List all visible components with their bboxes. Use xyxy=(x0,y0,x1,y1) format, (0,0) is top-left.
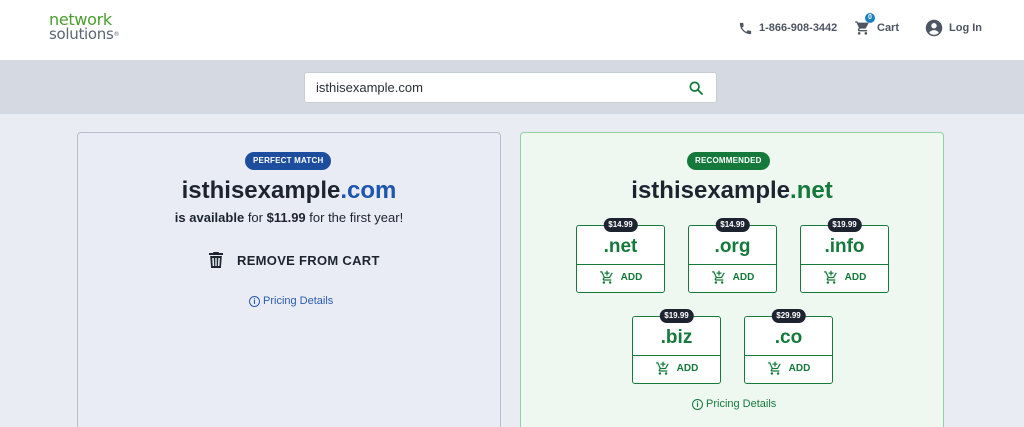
cart-add-icon xyxy=(599,270,613,284)
tld-name: .org xyxy=(714,236,751,257)
recommended-domain-title: isthisexample.net xyxy=(521,177,943,205)
tld-divider xyxy=(689,264,776,265)
tld-price: $19.99 xyxy=(659,309,694,323)
match-domain-title: isthisexample.com xyxy=(78,177,500,205)
cart-add-icon xyxy=(711,270,725,284)
add-org-button[interactable]: ADD xyxy=(689,270,776,285)
recommended-domain-tld: .net xyxy=(790,177,833,204)
phone-icon xyxy=(739,22,752,34)
search-button[interactable] xyxy=(688,80,704,96)
pricing-details-label: Pricing Details xyxy=(263,295,334,307)
tld-option-co: $29.99 .co ADD xyxy=(744,309,833,384)
tld-price: $14.99 xyxy=(715,218,750,232)
cart-link[interactable]: 0 Cart xyxy=(854,13,900,39)
perfect-match-badge: PERFECT MATCH xyxy=(245,152,332,170)
site-header: network solutions® 1-866-908-3442 0 Cart… xyxy=(0,0,1024,60)
trash-icon xyxy=(209,252,223,268)
add-co-button[interactable]: ADD xyxy=(745,361,832,376)
tld-name: .info xyxy=(824,236,865,257)
search-band xyxy=(0,60,1024,114)
remove-from-cart-button[interactable]: REMOVE FROM CART xyxy=(209,252,380,268)
cart-add-icon xyxy=(823,270,837,284)
tld-option-net: $14.99 .net ADD xyxy=(576,218,665,293)
tld-divider xyxy=(577,264,664,265)
tld-name: .co xyxy=(774,327,803,348)
user-icon xyxy=(925,19,943,37)
logo[interactable]: network solutions® xyxy=(49,12,120,43)
tld-price: $14.99 xyxy=(603,218,638,232)
pricing-details-link[interactable]: i Pricing Details xyxy=(249,295,333,307)
recommended-domain-name: isthisexample xyxy=(631,177,791,204)
search-icon xyxy=(689,81,703,95)
cart-add-icon xyxy=(767,361,781,375)
match-domain-tld: .com xyxy=(340,177,397,204)
tld-divider xyxy=(745,355,832,356)
login-link[interactable]: Log In xyxy=(925,17,982,39)
tld-option-info: $19.99 .info ADD xyxy=(800,218,889,293)
availability-text: is available for $11.99 for the first ye… xyxy=(174,210,404,225)
tld-name: .biz xyxy=(660,327,693,348)
cart-count-badge: 0 xyxy=(865,13,875,23)
search-box xyxy=(304,72,717,103)
info-icon: i xyxy=(692,398,703,410)
add-label: ADD xyxy=(676,363,699,374)
availability-price: $11.99 xyxy=(266,210,306,225)
add-label: ADD xyxy=(732,272,755,283)
pricing-details-link[interactable]: i Pricing Details xyxy=(692,398,776,410)
tld-option-org: $14.99 .org ADD xyxy=(688,218,777,293)
add-net-button[interactable]: ADD xyxy=(577,270,664,285)
phone-link[interactable]: 1-866-908-3442 xyxy=(738,17,837,39)
add-label: ADD xyxy=(844,272,867,283)
add-label: ADD xyxy=(788,363,811,374)
cart-label: Cart xyxy=(877,22,900,34)
add-biz-button[interactable]: ADD xyxy=(633,361,720,376)
info-icon: i xyxy=(249,295,260,307)
add-label: ADD xyxy=(620,272,643,283)
remove-from-cart-label: REMOVE FROM CART xyxy=(237,252,380,268)
recommended-card: RECOMMENDED isthisexample.net $14.99 .ne… xyxy=(520,132,944,427)
tld-name: .net xyxy=(603,236,638,257)
match-domain-name: isthisexample xyxy=(181,177,341,204)
perfect-match-card: PERFECT MATCH isthisexample.com is avail… xyxy=(77,132,501,427)
tld-divider xyxy=(801,264,888,265)
tld-price: $29.99 xyxy=(771,309,806,323)
cart-add-icon xyxy=(655,361,669,375)
add-info-button[interactable]: ADD xyxy=(801,270,888,285)
tld-divider xyxy=(633,355,720,356)
logo-line2: solutions® xyxy=(49,25,120,43)
recommended-badge: RECOMMENDED xyxy=(687,152,770,170)
tld-option-biz: $19.99 .biz ADD xyxy=(632,309,721,384)
pricing-details-label: Pricing Details xyxy=(706,398,777,410)
phone-number: 1-866-908-3442 xyxy=(759,22,838,34)
search-input[interactable] xyxy=(316,80,676,95)
tld-price: $19.99 xyxy=(827,218,862,232)
login-label: Log In xyxy=(949,22,982,34)
